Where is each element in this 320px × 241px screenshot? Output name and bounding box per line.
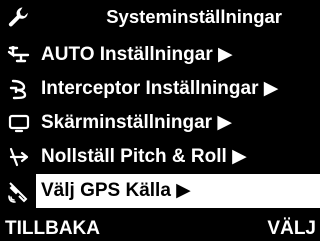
menu-item-label: AUTO Inställningar ▶ — [41, 44, 233, 65]
menu-item-select-gps-source[interactable]: Välj GPS Källa ▶ — [0, 174, 320, 208]
header: Systeminställningar — [0, 0, 320, 36]
softkey-bar: TILLBAKA VÄLJ — [0, 216, 320, 240]
monitor-icon — [7, 111, 31, 135]
menu-item-label: Interceptor Inställningar ▶ — [41, 78, 279, 99]
menu-item-interceptor-settings[interactable]: Interceptor Inställningar ▶ — [0, 72, 320, 106]
menu-item-display-settings[interactable]: Skärminställningar ▶ — [0, 106, 320, 140]
interceptor-icon — [7, 77, 31, 101]
reset-angle-icon — [7, 145, 31, 169]
menu-item-label: Välj GPS Källa ▶ — [41, 180, 191, 201]
select-softkey[interactable]: VÄLJ — [267, 217, 316, 241]
menu-item-label: Skärminställningar ▶ — [41, 112, 232, 133]
menu-item-reset-pitch-roll[interactable]: Nollställ Pitch & Roll ▶ — [0, 140, 320, 174]
page-title: Systeminställningar — [106, 6, 282, 27]
menu-item-label: Nollställ Pitch & Roll ▶ — [41, 146, 247, 167]
satellite-icon — [7, 179, 31, 203]
system-settings-screen: Systeminställningar AUTO Inställningar ▶… — [0, 0, 320, 240]
back-softkey[interactable]: TILLBAKA — [5, 217, 100, 241]
steering-icon — [7, 43, 31, 67]
menu-item-auto-settings[interactable]: AUTO Inställningar ▶ — [0, 38, 320, 72]
